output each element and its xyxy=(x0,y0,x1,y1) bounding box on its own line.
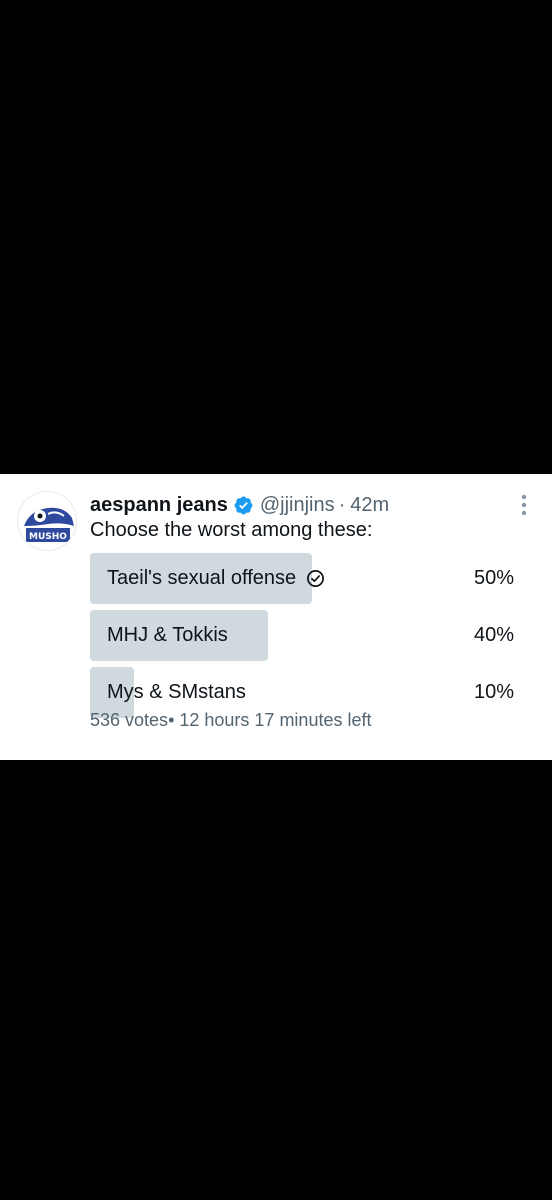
poll-vote-count: 536 votes xyxy=(90,710,169,730)
poll-option[interactable]: Taeil's sexual offense 50% xyxy=(90,553,522,604)
avatar-image: MUSHO xyxy=(18,492,76,550)
timestamp[interactable]: 42m xyxy=(350,494,389,517)
poll-option-percent: 50% xyxy=(473,567,514,589)
check-circle-icon xyxy=(306,569,325,588)
more-vertical-icon[interactable] xyxy=(519,493,529,517)
poll-meta: 536 votes• 12 hours 17 minutes left xyxy=(90,710,371,731)
avatar-logo-text: MUSHO xyxy=(29,532,67,542)
poll-option-label-wrap: Taeil's sexual offense xyxy=(107,553,325,604)
poll-time-left: • 12 hours 17 minutes left xyxy=(168,710,372,730)
separator-dot: · xyxy=(338,493,346,516)
user-handle[interactable]: @jjinjins xyxy=(260,494,335,517)
poll-option-label: Mys & SMstans xyxy=(107,681,246,703)
avatar[interactable]: MUSHO xyxy=(17,491,77,551)
poll-option-percent: 10% xyxy=(473,681,514,703)
verified-badge-icon xyxy=(233,495,254,516)
poll: Taeil's sexual offense 50% MHJ & Tokkis … xyxy=(90,553,522,724)
poll-option-label: MHJ & Tokkis xyxy=(107,624,228,646)
poll-option-label-wrap: MHJ & Tokkis xyxy=(107,610,228,661)
poll-option[interactable]: MHJ & Tokkis 40% xyxy=(90,610,522,661)
tweet-header: aespann jeans @jjinjins · 42m xyxy=(90,490,389,520)
tweet-card[interactable]: MUSHO aespann jeans @jjinjins · 42m Choo… xyxy=(0,474,552,760)
display-name[interactable]: aespann jeans xyxy=(90,494,228,517)
poll-option-label: Taeil's sexual offense xyxy=(107,567,297,589)
tweet-text: Choose the worst among these: xyxy=(90,519,373,541)
poll-option-percent: 40% xyxy=(473,624,514,646)
